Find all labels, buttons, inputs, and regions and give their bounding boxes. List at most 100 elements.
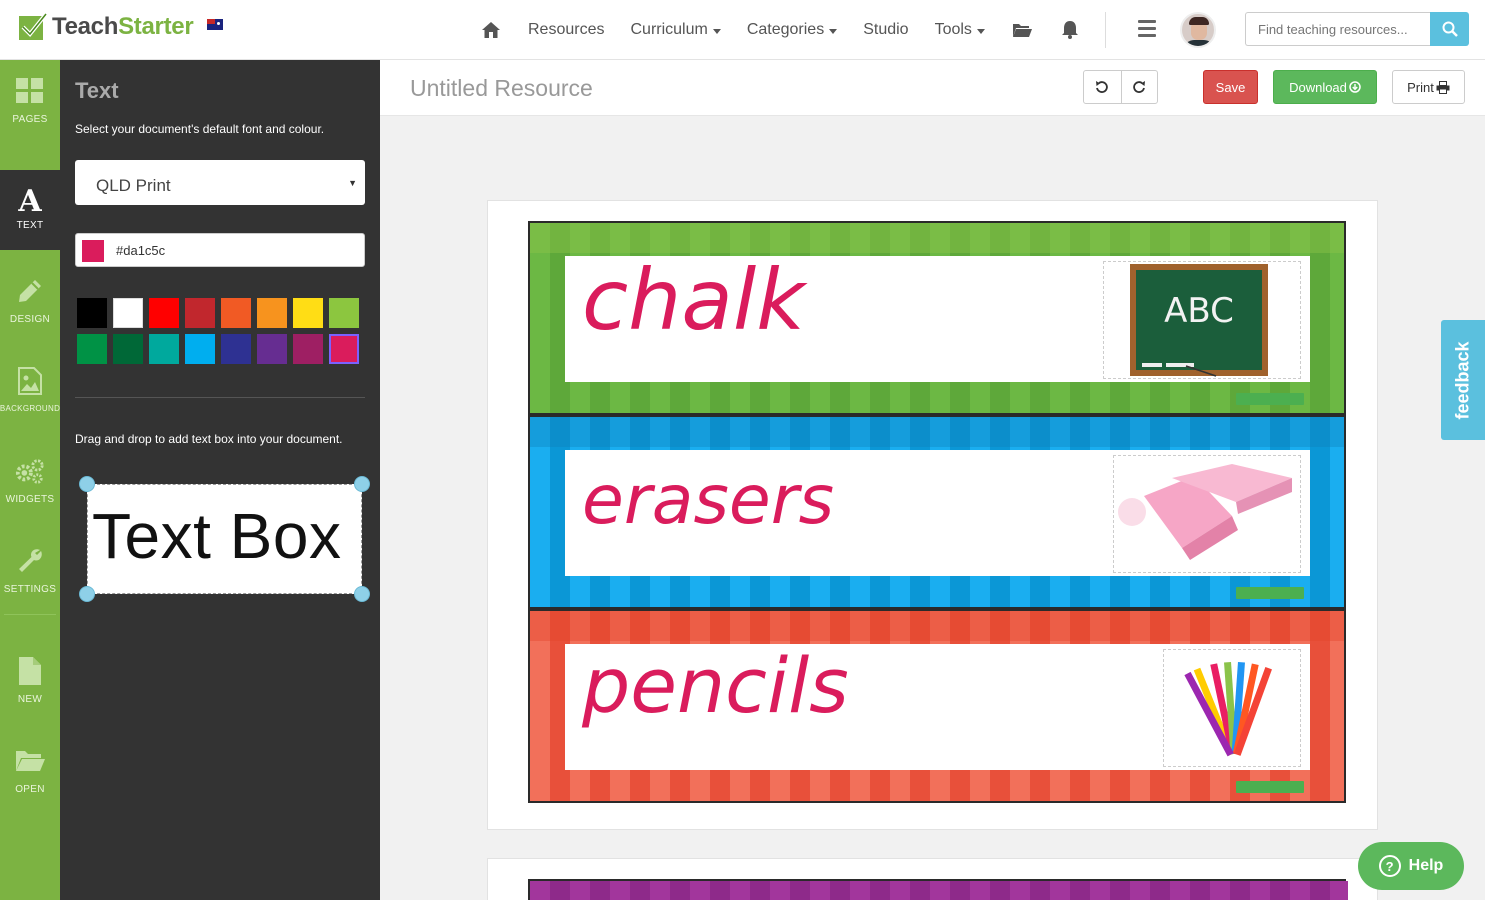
download-circle-icon: [1349, 81, 1361, 93]
erasers-image[interactable]: [1113, 455, 1301, 573]
word-card-inner: erasers: [565, 450, 1310, 576]
gears-icon: [15, 456, 45, 486]
font-select[interactable]: QLD Print ▼: [75, 160, 365, 205]
chalkboard-text: ABC: [1164, 291, 1234, 331]
download-button-label: Download: [1289, 79, 1347, 95]
panel-title: Text: [75, 78, 119, 103]
home-icon[interactable]: [480, 19, 502, 41]
user-avatar[interactable]: [1180, 12, 1216, 48]
color-swatch[interactable]: [221, 298, 251, 328]
resize-handle-top-right[interactable]: [354, 476, 370, 492]
word-text[interactable]: erasers: [582, 461, 834, 540]
nav-curriculum[interactable]: Curriculum: [630, 21, 721, 39]
bell-icon[interactable]: [1059, 19, 1081, 41]
print-button-label: Print: [1407, 79, 1434, 95]
rail-item-background[interactable]: BACKGROUND: [0, 350, 60, 430]
rail-label: SETTINGS: [3, 584, 57, 595]
rail-item-open[interactable]: OPEN: [0, 730, 60, 810]
resize-handle-top-left[interactable]: [79, 476, 95, 492]
word-card-purple[interactable]: [528, 879, 1348, 900]
save-button-label: Save: [1215, 79, 1246, 95]
rail-item-pages[interactable]: PAGES: [0, 60, 60, 140]
rail-item-design[interactable]: DESIGN: [0, 260, 60, 340]
color-swatch[interactable]: [113, 298, 143, 328]
feedback-tab[interactable]: feedback: [1441, 320, 1485, 440]
letter-a-icon: A: [18, 183, 42, 219]
nav-tools[interactable]: Tools: [935, 21, 985, 39]
rail-item-settings[interactable]: SETTINGS: [0, 530, 60, 610]
nav-studio[interactable]: Studio: [863, 21, 908, 39]
resize-handle-bottom-left[interactable]: [79, 586, 95, 602]
australia-flag-icon[interactable]: [207, 18, 224, 30]
printer-icon: [1436, 80, 1450, 94]
color-swatch[interactable]: [293, 334, 323, 364]
help-button[interactable]: ? Help: [1358, 842, 1464, 890]
color-swatch[interactable]: [77, 334, 107, 364]
save-button[interactable]: Save: [1203, 70, 1258, 104]
color-swatch[interactable]: [77, 298, 107, 328]
word-card-inner: chalk ABC: [565, 251, 1310, 382]
hamburger-menu-icon[interactable]: [1138, 20, 1156, 38]
document-title[interactable]: Untitled Resource: [410, 75, 593, 102]
print-button[interactable]: Print: [1392, 70, 1465, 104]
color-swatch[interactable]: [149, 334, 179, 364]
wrench-icon: [15, 546, 45, 576]
dropdown-arrow-icon: ▼: [348, 178, 357, 188]
folder-open-icon[interactable]: [1011, 19, 1033, 41]
redo-button[interactable]: [1120, 71, 1158, 103]
word-card-pencils[interactable]: pencils: [528, 609, 1346, 803]
chalkboard-image[interactable]: ABC: [1103, 261, 1301, 379]
download-button[interactable]: Download: [1273, 70, 1377, 104]
nav-categories[interactable]: Categories: [747, 21, 838, 39]
text-box-draggable[interactable]: Text Box: [79, 476, 370, 602]
color-swatch[interactable]: [329, 334, 359, 364]
undo-button[interactable]: [1084, 71, 1121, 103]
panel-description: Select your document's default font and …: [75, 122, 325, 136]
teachstarter-badge: [1236, 781, 1304, 793]
word-text[interactable]: chalk: [582, 251, 805, 349]
color-swatch[interactable]: [185, 334, 215, 364]
help-label: Help: [1408, 857, 1444, 874]
document-toolbar: Untitled Resource Save Download Print: [380, 60, 1485, 116]
new-file-icon: [15, 656, 45, 686]
rail-item-widgets[interactable]: WIDGETS: [0, 440, 60, 520]
logo-check-icon: [19, 12, 48, 40]
color-swatch[interactable]: [293, 298, 323, 328]
color-swatch[interactable]: [113, 334, 143, 364]
pencils-image[interactable]: [1163, 649, 1301, 767]
teachstarter-badge: [1236, 393, 1304, 405]
rail-item-text[interactable]: A TEXT: [0, 170, 60, 250]
caret-down-icon: [976, 28, 985, 34]
color-swatch[interactable]: [257, 298, 287, 328]
color-swatch[interactable]: [149, 298, 179, 328]
search-icon: [1442, 21, 1458, 37]
word-card-erasers[interactable]: erasers: [528, 415, 1346, 609]
color-hex-input[interactable]: #da1c5c: [75, 233, 365, 267]
undo-redo-group: [1083, 70, 1158, 104]
color-swatch[interactable]: [221, 334, 251, 364]
document-page[interactable]: chalk ABC erasers pencils: [487, 200, 1378, 830]
nav-resources[interactable]: Resources: [528, 21, 604, 39]
resize-handle-bottom-right[interactable]: [354, 586, 370, 602]
word-text[interactable]: pencils: [582, 641, 849, 730]
rail-label: DESIGN: [9, 314, 51, 325]
search-button[interactable]: [1430, 12, 1469, 46]
word-card-chalk[interactable]: chalk ABC: [528, 221, 1346, 415]
rail-label: TEXT: [16, 220, 44, 231]
undo-icon: [1096, 81, 1109, 93]
redo-icon: [1133, 81, 1146, 93]
color-swatch[interactable]: [185, 298, 215, 328]
rail-item-new[interactable]: NEW: [0, 640, 60, 720]
question-circle-icon: ?: [1378, 855, 1401, 877]
rail-label: BACKGROUND: [0, 404, 61, 413]
teachstarter-logo[interactable]: TeachStarter: [18, 12, 224, 42]
color-swatch[interactable]: [329, 298, 359, 328]
rail-divider: [4, 614, 56, 615]
pencil-icon: [15, 276, 45, 306]
nav-tools-label: Tools: [934, 21, 972, 38]
document-page-2[interactable]: [487, 858, 1378, 900]
search-input[interactable]: [1245, 12, 1431, 46]
feedback-label: feedback: [1452, 340, 1473, 420]
color-hex-value: #da1c5c: [116, 243, 166, 258]
color-swatch[interactable]: [257, 334, 287, 364]
